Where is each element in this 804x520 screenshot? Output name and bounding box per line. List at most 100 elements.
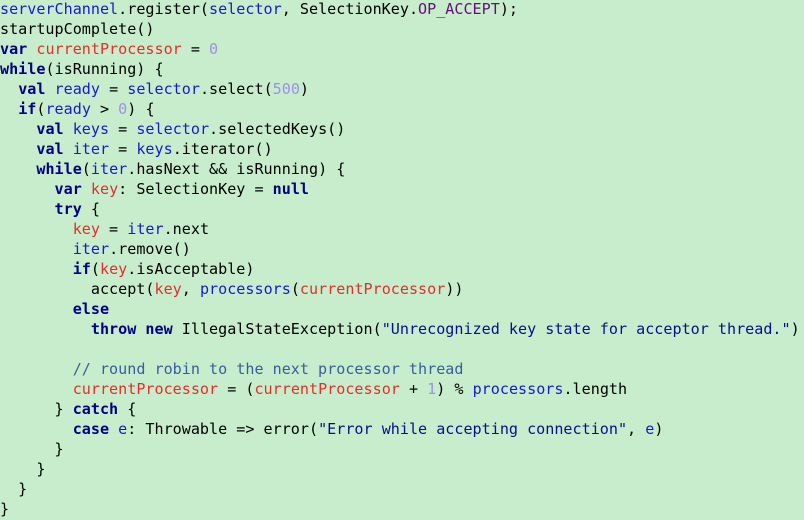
code-token: key	[154, 280, 182, 298]
code-token: : Throwable => error(	[127, 420, 319, 438]
code-token: .length	[563, 380, 628, 398]
code-token: processors	[472, 380, 564, 398]
code-line[interactable]: case e: Throwable => error("Error while …	[0, 419, 664, 439]
code-token: val	[18, 80, 55, 98]
code-token: if	[18, 100, 37, 118]
code-token: null	[272, 180, 309, 198]
code-token: }	[0, 480, 28, 498]
code-line[interactable]: if(key.isAcceptable)	[0, 259, 255, 279]
code-token: (	[81, 160, 91, 178]
code-token: (	[90, 260, 100, 278]
code-token: ,	[627, 420, 646, 438]
code-line[interactable]: while(iter.hasNext && isRunning) {	[0, 159, 345, 179]
code-line[interactable]: if(ready > 0) {	[0, 99, 155, 119]
code-token: accept(	[90, 280, 155, 298]
code-token: IllegalStateException(	[181, 320, 382, 338]
code-token: )	[654, 420, 664, 438]
code-token: keys	[136, 140, 173, 158]
code-line[interactable]: var key: SelectionKey = null	[0, 179, 309, 199]
code-token: .iterator()	[172, 140, 273, 158]
code-token: {	[118, 400, 137, 418]
code-token: .isAcceptable)	[127, 260, 255, 278]
code-line[interactable]: startupComplete()	[0, 19, 154, 39]
code-token: =	[181, 40, 210, 58]
code-token: e	[118, 420, 128, 438]
code-token: {	[81, 200, 100, 218]
code-token: keys	[72, 120, 110, 138]
code-line[interactable]: }	[0, 459, 45, 479]
code-line[interactable]: val ready = selector.select(500)	[0, 79, 309, 99]
code-token: ))	[445, 280, 464, 298]
code-token: }	[0, 400, 73, 418]
code-token: case	[72, 420, 119, 438]
code-line[interactable]: // round robin to the next processor thr…	[0, 359, 464, 379]
code-token: currentProcessor	[299, 280, 446, 298]
code-token: +	[399, 380, 428, 398]
code-token: throw	[90, 320, 146, 338]
code-token: (	[290, 280, 300, 298]
code-token: iter	[72, 140, 110, 158]
code-token: ) %	[436, 380, 473, 398]
code-token: while	[0, 60, 46, 78]
code-token: .hasNext && isRunning) {	[127, 160, 346, 178]
code-token: ) {	[127, 100, 155, 118]
code-line[interactable]: else	[0, 299, 109, 319]
code-token: iter	[127, 220, 164, 238]
code-line[interactable]: } catch {	[0, 399, 137, 419]
code-line[interactable]: }	[0, 439, 64, 459]
code-token: .next	[163, 220, 210, 238]
code-token: try	[54, 200, 82, 218]
code-token: serverChannel	[0, 0, 119, 18]
code-token: if	[72, 260, 91, 278]
code-token: while	[36, 160, 82, 178]
code-token: .select(	[199, 80, 273, 98]
code-line[interactable]: while(isRunning) {	[0, 59, 164, 79]
code-token: val	[36, 140, 73, 158]
code-editor[interactable]: serverChannel.register(selector, Selecti…	[0, 0, 804, 520]
code-token: iter	[72, 240, 110, 258]
code-token: : SelectionKey =	[118, 180, 273, 198]
code-token: var	[0, 40, 37, 58]
code-line[interactable]: }	[0, 479, 27, 499]
code-line[interactable]: try {	[0, 199, 100, 219]
code-line[interactable]: throw new IllegalStateException("Unrecog…	[0, 319, 800, 339]
code-token: key	[90, 180, 119, 198]
code-token: selector	[136, 120, 210, 138]
code-token: key	[99, 260, 128, 278]
code-line[interactable]: accept(key, processors(currentProcessor)…	[0, 279, 464, 299]
code-token: var	[54, 180, 91, 198]
code-line[interactable]: key = iter.next	[0, 219, 209, 239]
code-token: .remove()	[109, 240, 191, 258]
code-line[interactable]: currentProcessor = (currentProcessor + 1…	[0, 379, 627, 399]
code-token: "Unrecognized key state for acceptor thr…	[381, 320, 791, 338]
code-token: "Error while accepting connection"	[318, 420, 628, 438]
code-token: )	[790, 320, 800, 338]
code-token: =	[99, 220, 128, 238]
code-token: )	[299, 80, 310, 98]
code-line[interactable]: serverChannel.register(selector, Selecti…	[0, 0, 518, 19]
code-token: selector	[209, 0, 282, 18]
code-line[interactable]: iter.remove()	[0, 239, 191, 259]
code-line[interactable]: var currentProcessor = 0	[0, 39, 218, 59]
code-token: }	[0, 500, 10, 518]
code-line[interactable]: }	[0, 499, 9, 519]
code-token: selector	[127, 80, 200, 98]
code-token: e	[645, 420, 655, 438]
code-line[interactable]: val iter = keys.iterator()	[0, 139, 273, 159]
code-line[interactable]: val keys = selector.selectedKeys()	[0, 119, 345, 139]
code-token: =	[99, 80, 128, 98]
code-token: else	[72, 300, 110, 318]
code-token: 500	[272, 80, 300, 98]
